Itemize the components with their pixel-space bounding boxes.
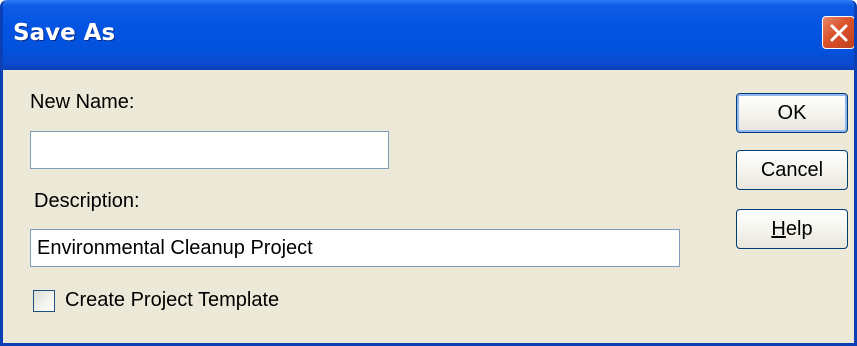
help-button[interactable]: Help (736, 209, 848, 249)
cancel-button[interactable]: Cancel (736, 150, 848, 190)
create-template-label[interactable]: Create Project Template (65, 289, 279, 312)
help-button-label: elp (785, 218, 813, 240)
cancel-button-label: Cancel (760, 159, 824, 181)
create-template-checkbox[interactable] (33, 290, 55, 312)
description-input[interactable]: Environmental Cleanup Project (30, 229, 680, 267)
description-label: Description: (34, 190, 140, 212)
new-name-input[interactable] (30, 131, 389, 169)
title-bar[interactable]: Save As (3, 0, 854, 70)
save-as-dialog: Save As New Name: Description: Environme… (0, 0, 857, 346)
new-name-label: New Name: (30, 91, 135, 113)
close-button[interactable] (822, 16, 854, 49)
help-mnemonic: H (771, 218, 786, 240)
ok-button-label: OK (777, 102, 807, 124)
ok-button[interactable]: OK (736, 93, 848, 133)
close-icon (830, 24, 848, 42)
dialog-title: Save As (13, 20, 116, 46)
